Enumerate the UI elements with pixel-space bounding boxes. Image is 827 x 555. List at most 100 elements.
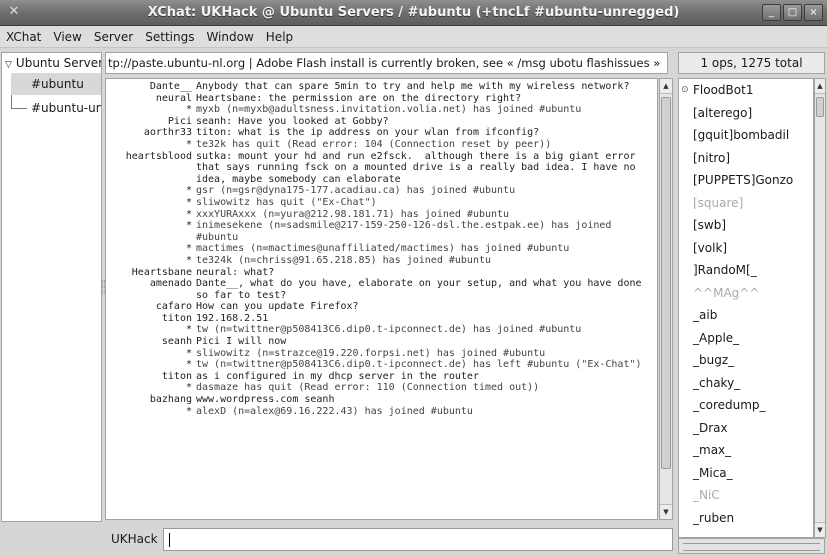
minimize-button[interactable]: _ bbox=[762, 4, 781, 21]
user-list-item[interactable]: ^^MAg^^ bbox=[679, 282, 813, 305]
chat-message: How can you update Firefox? bbox=[196, 301, 359, 313]
user-name: [alterego] bbox=[693, 105, 753, 120]
input-bar: UKHack bbox=[105, 528, 675, 552]
scroll-down-icon[interactable]: ▼ bbox=[815, 522, 825, 537]
chat-nick[interactable]: heartsblood bbox=[106, 151, 196, 186]
user-list-item[interactable]: _NiC bbox=[679, 484, 813, 507]
chat-nick[interactable]: * bbox=[106, 220, 196, 243]
user-list-item[interactable]: ]RandoM[_ bbox=[679, 259, 813, 282]
chat-nick[interactable]: * bbox=[106, 255, 196, 267]
user-list-item[interactable]: _Mica_ bbox=[679, 462, 813, 485]
scroll-up-icon[interactable]: ▲ bbox=[815, 79, 825, 94]
chat-line: * te32k has quit (Read error: 104 (Connec… bbox=[106, 139, 657, 151]
menu-view[interactable]: View bbox=[47, 26, 87, 48]
chat-nick[interactable]: * bbox=[106, 382, 196, 394]
chat-line: heartsblood sutka: mount your hd and run … bbox=[106, 151, 657, 186]
chat-line: * myxb (n=myxb@adultsness.invitation.voli… bbox=[106, 104, 657, 116]
chat-nick[interactable]: * bbox=[106, 359, 196, 371]
user-list-item[interactable]: [nitro] bbox=[679, 147, 813, 170]
chat-nick[interactable]: * bbox=[106, 348, 196, 360]
chat-log[interactable]: Dante__ Anybody that can spare 5min to tr… bbox=[105, 78, 658, 520]
user-list-item[interactable]: _ruben bbox=[679, 507, 813, 530]
chat-nick[interactable]: titon bbox=[106, 371, 196, 383]
op-status-icon: ⊙ bbox=[681, 85, 689, 95]
user-list-item[interactable]: _max_ bbox=[679, 439, 813, 462]
maximize-button[interactable]: □ bbox=[783, 4, 802, 21]
user-list-item[interactable]: [swb] bbox=[679, 214, 813, 237]
user-list-item[interactable]: _bugz_ bbox=[679, 349, 813, 372]
chat-nick[interactable]: * bbox=[106, 209, 196, 221]
chat-nick[interactable]: * bbox=[106, 406, 196, 418]
chat-message: sutka: mount your hd and run e2fsck. alt… bbox=[196, 150, 642, 185]
user-list[interactable]: ⊙ FloodBot1 [alterego] [gquit]bombadil [nitr… bbox=[678, 78, 814, 538]
user-list-item[interactable]: [alterego] bbox=[679, 102, 813, 125]
chat-nick[interactable]: amenado bbox=[106, 278, 196, 301]
chat-nick[interactable]: Heartsbane bbox=[106, 267, 196, 279]
user-list-item[interactable]: [square] bbox=[679, 192, 813, 215]
text-caret bbox=[169, 533, 170, 547]
chat-message: 192.168.2.51 bbox=[196, 312, 269, 324]
user-list-item[interactable]: _Drax bbox=[679, 417, 813, 440]
topic-field[interactable]: tp://paste.ubuntu-nl.org | Adobe Flash i… bbox=[105, 52, 668, 74]
chat-line: * xxxYURAxxx (n=yura@212.98.181.71) has j… bbox=[106, 209, 657, 221]
message-input[interactable] bbox=[163, 528, 673, 551]
user-list-item[interactable]: _Apple_ bbox=[679, 327, 813, 350]
chat-nick[interactable]: * bbox=[106, 139, 196, 151]
user-list-item[interactable]: _aib bbox=[679, 304, 813, 327]
menu-window[interactable]: Window bbox=[200, 26, 259, 48]
chat-nick[interactable]: Dante__ bbox=[106, 81, 196, 93]
user-list-item[interactable]: [gquit]bombadil bbox=[679, 124, 813, 147]
user-list-item[interactable]: [volk] bbox=[679, 237, 813, 260]
chat-message: Pici I will now bbox=[196, 336, 287, 348]
user-name: [square] bbox=[693, 195, 744, 210]
server-node[interactable]: ▽ Ubuntu Servers bbox=[5, 56, 101, 70]
menu-help[interactable]: Help bbox=[260, 26, 299, 48]
user-list-scrollbar[interactable]: ▲ ▼ bbox=[814, 78, 826, 538]
close-button[interactable]: × bbox=[804, 4, 823, 21]
user-name: _NiC bbox=[693, 488, 720, 502]
chat-scroll-thumb[interactable] bbox=[661, 97, 671, 469]
channel-item-ubuntu-unregged[interactable]: #ubuntu-unregged bbox=[11, 97, 101, 119]
chat-line: * gsr (n=gsr@dyna175-177.acadiau.ca) has … bbox=[106, 185, 657, 197]
chat-line: bazhang www.wordpress.com seanh bbox=[106, 394, 657, 406]
chat-nick[interactable]: titon bbox=[106, 313, 196, 325]
chat-nick[interactable]: * bbox=[106, 185, 196, 197]
chat-message: as i configured in my dhcp server in the… bbox=[196, 370, 479, 382]
menu-settings[interactable]: Settings bbox=[139, 26, 200, 48]
scroll-up-icon[interactable]: ▲ bbox=[660, 79, 672, 94]
chat-line: * dasmaze has quit (Read error: 110 (Conn… bbox=[106, 382, 657, 394]
chat-line: * te324k (n=chriss@91.65.218.85) has join… bbox=[106, 255, 657, 267]
chat-nick[interactable]: bazhang bbox=[106, 394, 196, 406]
user-list-scroll-thumb[interactable] bbox=[816, 97, 824, 117]
chat-nick[interactable]: Pici bbox=[106, 116, 196, 128]
chat-nick[interactable]: seanh bbox=[106, 336, 196, 348]
chat-nick[interactable]: * bbox=[106, 197, 196, 209]
scroll-down-icon[interactable]: ▼ bbox=[660, 504, 672, 519]
channel-item-ubuntu[interactable]: #ubuntu bbox=[11, 73, 101, 95]
user-name: _Mica_ bbox=[693, 465, 733, 480]
expander-down-icon[interactable]: ▽ bbox=[5, 60, 12, 70]
user-name: _Drax bbox=[693, 420, 728, 435]
menu-xchat[interactable]: XChat bbox=[0, 26, 47, 48]
user-name: _coredump_ bbox=[693, 398, 766, 412]
chat-line: titon 192.168.2.51 bbox=[106, 313, 657, 325]
chat-nick[interactable]: neural bbox=[106, 93, 196, 105]
user-list-item[interactable]: _chaky_ bbox=[679, 372, 813, 395]
chat-line: Pici seanh: Have you looked at Gobby? bbox=[106, 116, 657, 128]
chat-nick[interactable]: cafaro bbox=[106, 301, 196, 313]
user-list-item[interactable]: ⊙ FloodBot1 bbox=[679, 79, 813, 102]
chat-nick[interactable]: * bbox=[106, 324, 196, 336]
chat-line: * sliwowitz has quit ("Ex-Chat") bbox=[106, 197, 657, 209]
chat-scrollbar[interactable]: ▲ ▼ bbox=[659, 78, 673, 520]
chat-nick[interactable]: aorthr33 bbox=[106, 127, 196, 139]
user-name: [PUPPETS]Gonzo bbox=[693, 173, 794, 187]
user-list-resize-grip[interactable] bbox=[678, 538, 825, 554]
user-list-item[interactable]: [PUPPETS]Gonzo bbox=[679, 169, 813, 192]
chat-message: sliwowitz has quit ("Ex-Chat") bbox=[196, 196, 377, 208]
chat-nick[interactable]: * bbox=[106, 243, 196, 255]
user-list-item[interactable]: _coredump_ bbox=[679, 394, 813, 417]
menu-server[interactable]: Server bbox=[88, 26, 139, 48]
chat-message: neural: what? bbox=[196, 266, 275, 278]
nick-button[interactable]: UKHack bbox=[111, 532, 158, 546]
chat-nick[interactable]: * bbox=[106, 104, 196, 116]
